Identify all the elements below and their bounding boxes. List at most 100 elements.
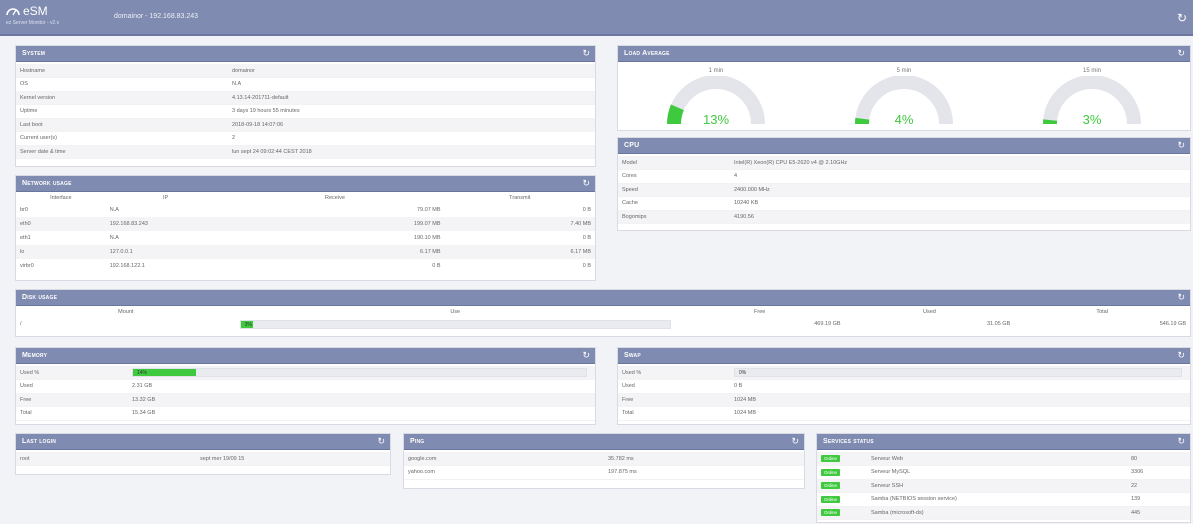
table-row: Bogomips 4190.56 — [618, 210, 1190, 224]
row-value: 1024 MB — [730, 406, 1190, 421]
system-title: System — [22, 50, 46, 57]
row-value: 2.31 GB — [128, 379, 595, 394]
refresh-icon[interactable]: ↻ — [1177, 350, 1185, 361]
memory-panel: Memory ↻ Used % 14% Used 2.31 GB Free 13.32 G… — [15, 347, 596, 425]
service-name: Serveur MySQL — [867, 465, 1127, 480]
refresh-icon[interactable]: ↻ — [791, 436, 799, 447]
column-header: IP — [162, 194, 169, 201]
row-label: Uptime — [16, 104, 228, 119]
refresh-all-icon[interactable]: ↻ — [1177, 11, 1187, 25]
network-table: Interface IP Receive Transmit br0 N.A 79.07 MB… — [16, 192, 595, 273]
app-name: eSM — [23, 4, 48, 18]
table-row: Used % 0% — [618, 366, 1190, 380]
top-bar: eSM ez Server Monitor - v2.x domainor - … — [0, 0, 1193, 36]
row-label: Last boot — [16, 118, 228, 132]
refresh-icon[interactable]: ↻ — [1177, 48, 1185, 59]
disk-panel: Disk usage ↻ Mount Use Free Used Total / 3% 469… — [15, 289, 1191, 337]
row-value: domainor — [228, 64, 595, 78]
used-percent-cell: 14% — [128, 366, 595, 380]
app-subtitle: ez Server Monitor - v2.x — [6, 20, 60, 26]
table-row: Model Intel(R) Xeon(R) CPU E5-2620 v4 @ 2… — [618, 156, 1190, 170]
table-row: Online Serveur Web 80 — [817, 452, 1190, 466]
row-label: Server date & time — [16, 145, 228, 159]
last-login-table: root sept mer 19/09 15 — [16, 452, 390, 466]
service-port: 3306 — [1127, 465, 1190, 480]
load-average-panel: Load Average ↻ 1 min 13% 5 min 4% 15 min 3% — [617, 45, 1191, 131]
used-percent-label: Used % — [618, 366, 730, 380]
column-header: Used — [922, 308, 936, 315]
row-value: 4.13.14-201711-default — [228, 91, 595, 105]
row-value: 3 days 19 hours 55 minutes — [228, 104, 595, 119]
table-row: Current user(s) 2 — [16, 131, 595, 146]
refresh-icon[interactable]: ↻ — [582, 350, 590, 361]
row-label: Total — [16, 406, 128, 421]
ip-cell: N.A — [109, 207, 119, 213]
swap-title: Swap — [624, 352, 641, 359]
table-row: Total 1024 MB — [618, 406, 1190, 421]
table-row: br0 N.A 79.07 MB 0 B — [16, 203, 595, 217]
ip-cell: N.A — [109, 235, 119, 241]
login-date: sept mer 19/09 15 — [196, 452, 390, 466]
row-value: 4190.56 — [730, 210, 1190, 224]
row-label: Cache — [618, 196, 730, 211]
row-label: Used — [618, 379, 730, 394]
ping-panel: Ping ↻ google.com 35.782 ms yahoo.com 197.8… — [403, 433, 805, 489]
ping-time: 197.875 ms — [604, 465, 804, 480]
refresh-icon[interactable]: ↻ — [1177, 292, 1185, 303]
receive-cell: 79.07 MB — [416, 207, 441, 213]
row-value: 13.32 GB — [128, 393, 595, 407]
service-port: 445 — [1127, 506, 1190, 520]
refresh-icon[interactable]: ↻ — [582, 48, 590, 59]
cpu-title: CPU — [624, 142, 640, 149]
row-value: 2 — [228, 131, 595, 146]
table-row: Server date & time lun sept 24 09:02:44 C… — [16, 145, 595, 159]
table-row: Online Serveur SSH 22 — [817, 479, 1190, 493]
receive-cell: 199.07 MB — [225, 217, 445, 231]
ip-cell: 192.168.122.1 — [109, 263, 145, 269]
column-header: Transmit — [509, 194, 531, 201]
table-header-row: Mount Use Free Used Total — [16, 306, 1190, 317]
table-row: google.com 35.782 ms — [404, 452, 804, 466]
gauge-label: 15 min — [1082, 68, 1101, 74]
row-label: Total — [618, 406, 730, 421]
disk-table: Mount Use Free Used Total / 3% 469.19 GB 31.05 G… — [16, 306, 1190, 331]
refresh-icon[interactable]: ↻ — [377, 436, 385, 447]
disk-usage-label: 3% — [244, 321, 252, 328]
app-logo[interactable]: eSM ez Server Monitor - v2.x — [6, 4, 59, 26]
table-row: Last boot 2018-09-18 14:07:06 — [16, 118, 595, 132]
network-title: Network usage — [22, 180, 72, 187]
row-label: Model — [618, 156, 730, 170]
row-value: N.A — [228, 77, 595, 92]
row-value: Intel(R) Xeon(R) CPU E5-2620 v4 @ 2.10GH… — [730, 156, 1190, 170]
status-cell: Online — [817, 452, 867, 466]
row-label: OS — [16, 77, 228, 92]
row-label: Current user(s) — [16, 131, 228, 146]
table-row: Cache 10240 KB — [618, 196, 1190, 211]
status-badge: Online — [821, 495, 841, 503]
table-row: Used % 14% — [16, 366, 595, 380]
status-cell: Online — [817, 479, 867, 493]
refresh-icon[interactable]: ↻ — [582, 178, 590, 189]
table-row: lo 127.0.0.1 6.17 MB 6.17 MB — [16, 245, 595, 259]
gauge-label: 5 min — [896, 68, 912, 74]
table-row: Used 0 B — [618, 379, 1190, 394]
row-value: lun sept 24 09:02:44 CEST 2018 — [228, 145, 595, 159]
gauge-value: 13% — [702, 112, 730, 127]
row-label: Bogomips — [618, 210, 730, 224]
column-header: Use — [450, 308, 461, 315]
refresh-icon[interactable]: ↻ — [1177, 436, 1185, 447]
table-row: Uptime 3 days 19 hours 55 minutes — [16, 104, 595, 119]
status-badge: Online — [821, 455, 841, 462]
table-row: yahoo.com 197.875 ms — [404, 465, 804, 480]
ping-title: Ping — [410, 438, 425, 445]
swap-usage-bar: 0% — [734, 368, 1182, 377]
interface-cell: lo — [16, 245, 106, 259]
refresh-icon[interactable]: ↻ — [1177, 140, 1185, 151]
services-table: Online Serveur Web 80 Online Serveur MySQL 33… — [817, 452, 1190, 520]
swap-panel: Swap ↻ Used % 0% Used 0 B Free 1024 MB Total 10… — [617, 347, 1191, 425]
service-port: 80 — [1127, 452, 1190, 466]
service-name: Serveur SSH — [867, 479, 1127, 493]
table-row: Online Serveur MySQL 3306 — [817, 465, 1190, 480]
status-badge: Online — [821, 468, 841, 476]
load-gauges: 1 min 13% 5 min 4% 15 min 3% — [618, 62, 1190, 144]
